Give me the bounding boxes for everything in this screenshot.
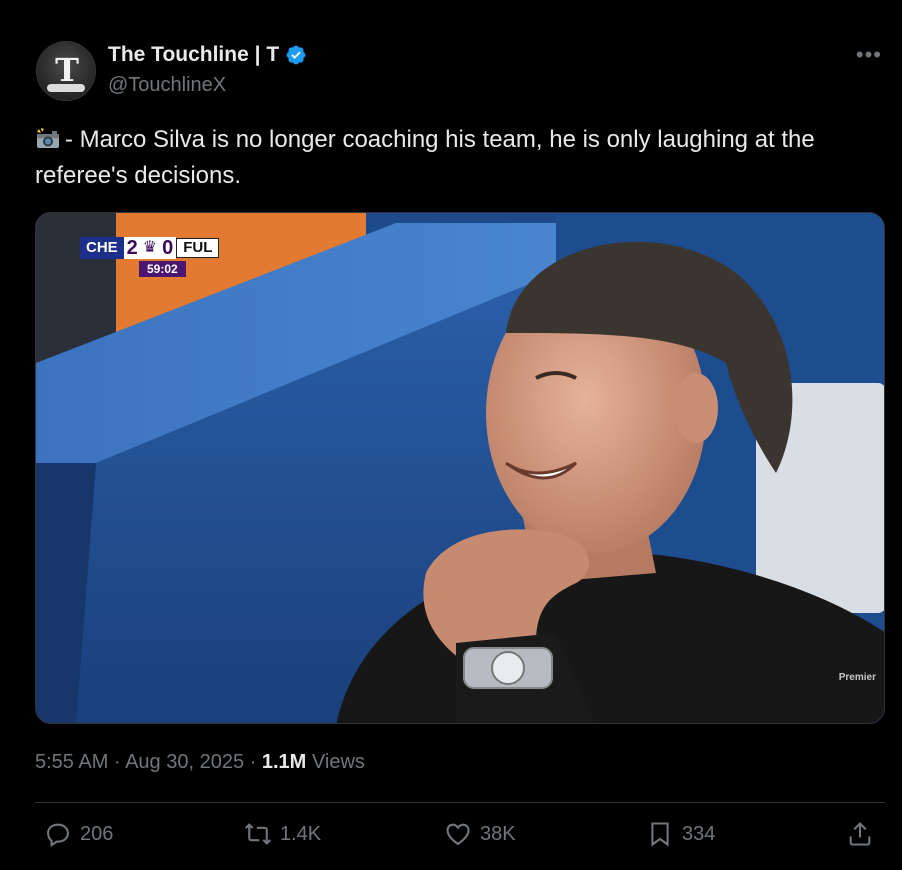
repost-button[interactable]: 1.4K: [244, 820, 321, 848]
home-team: CHE: [80, 237, 124, 259]
author-name-row[interactable]: The Touchline | T: [108, 43, 307, 67]
home-score: 2: [123, 237, 141, 259]
reply-button[interactable]: 206: [44, 820, 113, 848]
tweet-body: - Marco Silva is no longer coaching his …: [35, 126, 815, 189]
views-count: 1.1M: [261, 751, 307, 773]
camera-flash-icon: [37, 128, 59, 148]
bookmark-icon: [651, 822, 669, 847]
author-avatar[interactable]: T: [36, 41, 96, 101]
like-button[interactable]: 38K: [444, 820, 516, 848]
meta-separator: ·: [113, 751, 121, 773]
reply-icon: [47, 823, 69, 848]
scoreboard: CHE 2 ♛ 0 FUL: [80, 237, 220, 259]
tweet-meta: 5:55 AM · Aug 30, 2025 · 1.1M Views: [35, 751, 365, 774]
photo-illustration: [36, 213, 884, 723]
heart-icon: [446, 823, 470, 846]
match-clock: 59:02: [139, 261, 186, 277]
meta-separator-2: ·: [249, 751, 257, 773]
share-icon: [849, 822, 871, 846]
repost-count: 1.4K: [280, 822, 322, 845]
author-display-name[interactable]: The Touchline | T: [108, 43, 279, 67]
author-handle[interactable]: @TouchlineX: [108, 74, 226, 97]
repost-icon: [245, 823, 271, 845]
like-count: 38K: [480, 822, 516, 845]
bookmark-button[interactable]: 334: [646, 820, 715, 848]
share-button[interactable]: [846, 820, 874, 848]
premier-league-icon: ♛: [140, 237, 160, 259]
views-label: Views: [311, 751, 365, 773]
more-options-icon[interactable]: •••: [856, 42, 882, 68]
verified-badge-icon: [286, 45, 306, 65]
away-score: 0: [159, 237, 177, 259]
divider: [35, 802, 885, 803]
tweet-text: - Marco Silva is no longer coaching his …: [35, 122, 865, 194]
away-team: FUL: [176, 238, 220, 258]
avatar-logo-base: [47, 84, 85, 92]
broadcast-watermark: Premier: [838, 672, 876, 683]
tweet-date[interactable]: Aug 30, 2025: [125, 751, 244, 773]
action-bar: 206 1.4K 38K 334: [0, 820, 902, 860]
tweet-media-image[interactable]: CHE 2 ♛ 0 FUL 59:02 Premier: [35, 212, 885, 724]
tweet-time[interactable]: 5:55 AM: [35, 751, 108, 773]
reply-count: 206: [80, 822, 114, 845]
bookmark-count: 334: [682, 822, 716, 845]
